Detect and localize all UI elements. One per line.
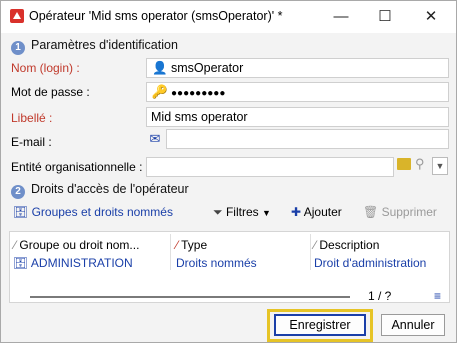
adobe-campaign-icon (10, 9, 24, 23)
groups-label: Groupes et droits nommés (31, 205, 173, 219)
libelle-field[interactable]: Mid sms operator (146, 107, 449, 127)
chevron-down-icon[interactable]: ▼ (432, 157, 448, 175)
user-icon: 👤 (152, 61, 168, 75)
password-label: Mot de passe : (11, 85, 90, 99)
column-divider[interactable] (170, 234, 171, 270)
sort-icon: ⁄ (14, 238, 17, 252)
row-name-cell[interactable]: 🗄 ADMINISTRATION (13, 256, 133, 270)
groups-tab[interactable]: 🗄 Groupes et droits nommés (13, 205, 173, 219)
entity-label: Entité organisationnelle : (11, 160, 143, 174)
column-header-group[interactable]: ⁄ Groupe ou droit nom... (14, 238, 139, 252)
add-label: Ajouter (303, 205, 342, 219)
email-label: E-mail : (11, 135, 52, 149)
menu-lines-icon[interactable]: ≡ (434, 289, 441, 303)
horizontal-scrollbar[interactable] (30, 296, 350, 298)
entity-field[interactable] (146, 157, 394, 177)
add-icon: ✚ (291, 205, 302, 219)
step-number-1: 1 (11, 41, 25, 55)
operator-dialog: Opérateur 'Mid sms operator (smsOperator… (0, 0, 457, 343)
delete-button[interactable]: 🗑 Supprimer (363, 205, 437, 219)
delete-label: Supprimer (381, 205, 437, 219)
filters-button[interactable]: ⏷ Filtres ▼ (213, 205, 271, 220)
key-icon: 🔑 (151, 84, 169, 99)
email-field[interactable] (166, 129, 449, 149)
maximize-button[interactable]: ☐ (363, 3, 407, 31)
save-button[interactable]: Enregistrer (274, 314, 366, 336)
section-access-rights: 2 Droits d'accès de l'opérateur (11, 182, 189, 199)
login-field[interactable]: 👤 smsOperator (146, 58, 449, 78)
database-icon: 🗄 (13, 256, 29, 270)
trash-icon: 🗑 (363, 205, 379, 219)
login-label: Nom (login) : (11, 61, 80, 75)
title-bar: Opérateur 'Mid sms operator (smsOperator… (1, 1, 456, 33)
database-icon: 🗄 (13, 205, 29, 219)
column-header-type[interactable]: ⁄ Type (176, 238, 207, 252)
close-button[interactable]: ✕ (409, 3, 453, 31)
section-title-identification: Paramètres d'identification (31, 38, 178, 52)
sort-icon: ⁄ (176, 238, 179, 252)
section-identification: 1 Paramètres d'identification (11, 38, 178, 55)
password-value: ●●●●●●●●● (171, 88, 226, 99)
search-icon[interactable]: ⚲ (415, 156, 425, 172)
cancel-button[interactable]: Annuler (381, 314, 445, 336)
envelope-icon[interactable]: ✉ (146, 129, 164, 149)
row-type[interactable]: Droits nommés (176, 256, 257, 270)
window-title: Opérateur 'Mid sms operator (smsOperator… (29, 9, 283, 23)
rights-grid: ⁄ Groupe ou droit nom... ⁄ Type ⁄ Descri… (9, 231, 450, 303)
libelle-value: Mid sms operator (151, 110, 248, 124)
step-number-2: 2 (11, 185, 25, 199)
paging-indicator: 1 / ? (368, 289, 392, 303)
filters-label: Filtres (225, 205, 259, 219)
libelle-label: Libellé : (11, 111, 53, 125)
minimize-button[interactable]: — (319, 3, 363, 31)
chevron-down-icon: ▼ (261, 208, 271, 218)
sort-icon: ⁄ (314, 238, 317, 252)
column-header-description-label: Description (319, 238, 380, 252)
folder-icon[interactable] (397, 158, 411, 170)
login-value: smsOperator (171, 61, 244, 75)
column-header-group-label: Groupe ou droit nom... (19, 238, 140, 252)
column-header-description[interactable]: ⁄ Description (314, 238, 379, 252)
section-title-access-rights: Droits d'accès de l'opérateur (31, 182, 189, 196)
rights-toolbar: 🗄 Groupes et droits nommés ⏷ Filtres ▼ ✚… (9, 201, 449, 227)
row-name: ADMINISTRATION (30, 256, 133, 270)
column-header-type-label: Type (181, 238, 208, 252)
add-button[interactable]: ✚ Ajouter (291, 205, 342, 219)
funnel-icon: ⏷ (213, 205, 223, 219)
password-field[interactable]: 🔑 ●●●●●●●●● (146, 82, 449, 102)
column-divider[interactable] (310, 234, 311, 270)
row-description[interactable]: Droit d'administration (314, 256, 426, 270)
